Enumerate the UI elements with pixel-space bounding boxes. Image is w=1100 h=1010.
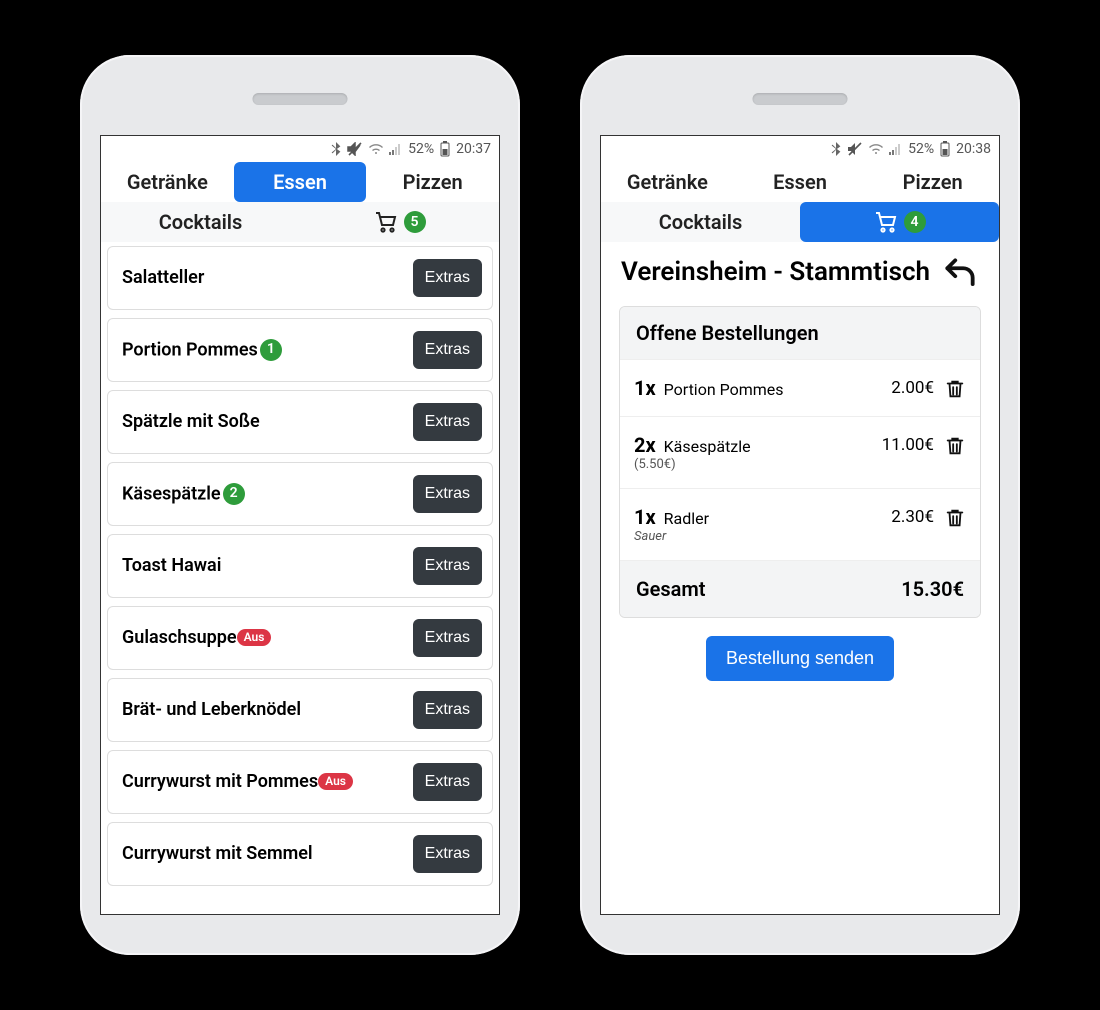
trash-icon[interactable] — [944, 507, 966, 529]
battery-icon — [439, 141, 451, 157]
signal-icon — [889, 143, 903, 155]
order-qty: 1x — [634, 505, 660, 529]
status-bar: 52% 20:37 — [101, 136, 499, 162]
menu-item[interactable]: Currywurst mit Semmel Extras — [107, 822, 493, 886]
battery-percent: 52% — [408, 141, 434, 157]
menu-item[interactable]: Toast Hawai Extras — [107, 534, 493, 598]
order-item-sub: Sauer — [634, 529, 881, 544]
battery-icon — [939, 141, 951, 157]
order-item-name: Radler — [660, 509, 709, 528]
item-count-badge: 1 — [260, 339, 282, 361]
order-row: 1x RadlerSauer 2.30€ — [620, 488, 980, 560]
tab-getraenke[interactable]: Getränke — [601, 162, 734, 202]
cart-title: Vereinsheim - Stammtisch — [621, 257, 930, 288]
subtab-cocktails[interactable]: Cocktails — [101, 202, 300, 242]
order-item-sub: (5.50€) — [634, 457, 872, 472]
wifi-icon — [868, 143, 884, 155]
menu-item-name: Brät- und Leberknödel — [122, 699, 301, 722]
menu-item-name: GulaschsuppeAus — [122, 627, 271, 650]
menu-item[interactable]: Portion Pommes1 Extras — [107, 318, 493, 382]
order-item-name: Käsespätzle — [660, 437, 751, 456]
menu-item[interactable]: Currywurst mit PommesAus Extras — [107, 750, 493, 814]
tab-pizzen[interactable]: Pizzen — [366, 162, 499, 202]
clock: 20:38 — [956, 141, 991, 157]
order-row: 2x Käsespätzle(5.50€) 11.00€ — [620, 416, 980, 488]
cart-button[interactable]: 4 — [800, 202, 999, 242]
mute-icon — [347, 142, 363, 156]
cart-count-badge: 5 — [404, 211, 426, 233]
order-qty: 1x — [634, 376, 660, 400]
total-value: 15.30€ — [901, 577, 964, 601]
bluetooth-icon — [330, 142, 342, 156]
cart-icon — [874, 210, 898, 234]
orders-box: Offene Bestellungen 1x Portion Pommes 2.0… — [619, 306, 981, 618]
order-price: 11.00€ — [882, 435, 934, 455]
send-order-button[interactable]: Bestellung senden — [706, 636, 894, 681]
order-qty: 2x — [634, 433, 660, 457]
menu-item[interactable]: Spätzle mit Soße Extras — [107, 390, 493, 454]
menu-item[interactable]: GulaschsuppeAus Extras — [107, 606, 493, 670]
menu-item-name: Toast Hawai — [122, 555, 221, 578]
menu-item-name: Portion Pommes1 — [122, 339, 282, 362]
status-bar: 52% 20:38 — [601, 136, 999, 162]
battery-percent: 52% — [908, 141, 934, 157]
extras-button[interactable]: Extras — [413, 475, 482, 513]
extras-button[interactable]: Extras — [413, 403, 482, 441]
tab-pizzen[interactable]: Pizzen — [866, 162, 999, 202]
category-tabs: Getränke Essen Pizzen Cocktails 5 — [101, 162, 499, 242]
cart-count-badge: 4 — [904, 211, 926, 233]
trash-icon[interactable] — [944, 378, 966, 400]
order-price: 2.30€ — [891, 507, 934, 527]
tab-essen[interactable]: Essen — [234, 162, 367, 202]
orders-heading: Offene Bestellungen — [620, 307, 980, 359]
menu-item-name: Currywurst mit PommesAus — [122, 771, 353, 794]
total-label: Gesamt — [636, 577, 706, 601]
cart-icon — [374, 210, 398, 234]
cart-button[interactable]: 5 — [300, 202, 499, 242]
item-count-badge: 2 — [223, 483, 245, 505]
extras-button[interactable]: Extras — [413, 619, 482, 657]
menu-item-name: Currywurst mit Semmel — [122, 843, 313, 866]
sold-out-badge: Aus — [318, 773, 353, 790]
subtab-cocktails[interactable]: Cocktails — [601, 202, 800, 242]
extras-button[interactable]: Extras — [413, 691, 482, 729]
order-item-name: Portion Pommes — [660, 380, 784, 399]
bluetooth-icon — [830, 142, 842, 156]
extras-button[interactable]: Extras — [413, 835, 482, 873]
menu-item[interactable]: Käsespätzle2 Extras — [107, 462, 493, 526]
signal-icon — [389, 143, 403, 155]
trash-icon[interactable] — [944, 435, 966, 457]
extras-button[interactable]: Extras — [413, 331, 482, 369]
sold-out-badge: Aus — [237, 629, 272, 646]
clock: 20:37 — [456, 141, 491, 157]
order-price: 2.00€ — [891, 378, 934, 398]
extras-button[interactable]: Extras — [413, 763, 482, 801]
undo-icon[interactable] — [941, 254, 979, 292]
tab-getraenke[interactable]: Getränke — [101, 162, 234, 202]
mute-icon — [847, 142, 863, 156]
tab-essen[interactable]: Essen — [734, 162, 867, 202]
category-tabs: Getränke Essen Pizzen Cocktails 4 — [601, 162, 999, 242]
extras-button[interactable]: Extras — [413, 547, 482, 585]
menu-item-name: Käsespätzle2 — [122, 483, 245, 506]
menu-item[interactable]: Brät- und Leberknödel Extras — [107, 678, 493, 742]
extras-button[interactable]: Extras — [413, 259, 482, 297]
menu-item-name: Spätzle mit Soße — [122, 411, 260, 434]
menu-item-name: Salatteller — [122, 267, 204, 290]
wifi-icon — [368, 143, 384, 155]
menu-item[interactable]: Salatteller Extras — [107, 246, 493, 310]
order-row: 1x Portion Pommes 2.00€ — [620, 359, 980, 416]
